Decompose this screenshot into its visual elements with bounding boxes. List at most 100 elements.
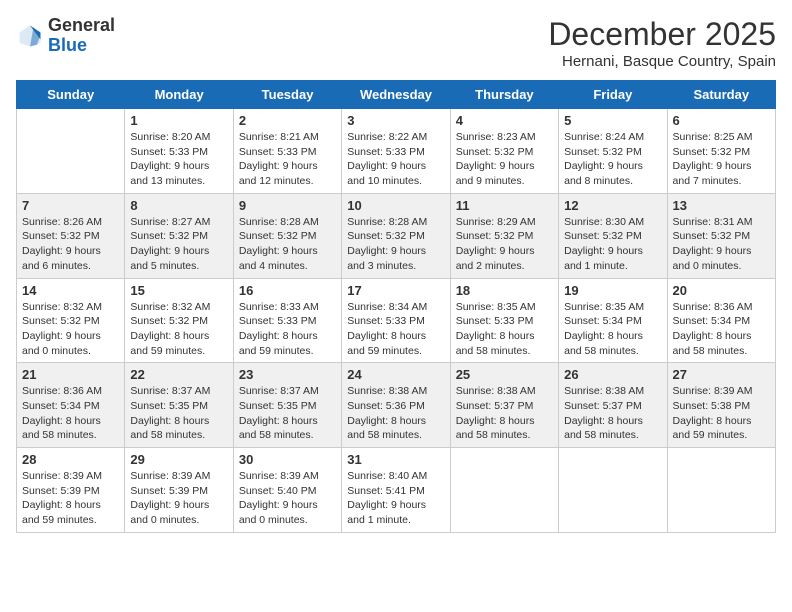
logo-icon: [16, 22, 44, 50]
calendar-cell: 12 Sunrise: 8:30 AM Sunset: 5:32 PM Dayli…: [559, 193, 667, 278]
day-info: Sunrise: 8:37 AM Sunset: 5:35 PM Dayligh…: [130, 384, 227, 443]
calendar-cell: 23 Sunrise: 8:37 AM Sunset: 5:35 PM Dayli…: [233, 363, 341, 448]
day-number: 1: [130, 113, 227, 128]
day-info: Sunrise: 8:36 AM Sunset: 5:34 PM Dayligh…: [673, 300, 770, 359]
calendar-cell: 15 Sunrise: 8:32 AM Sunset: 5:32 PM Dayli…: [125, 278, 233, 363]
calendar-cell: 2Sunrise: 8:21 AM Sunset: 5:33 PM Daylig…: [233, 109, 341, 194]
day-header-thursday: Thursday: [450, 81, 558, 109]
day-info: Sunrise: 8:30 AM Sunset: 5:32 PM Dayligh…: [564, 215, 661, 274]
day-number: 13: [673, 198, 770, 213]
day-number: 8: [130, 198, 227, 213]
day-number: 2: [239, 113, 336, 128]
day-header-saturday: Saturday: [667, 81, 775, 109]
day-number: 27: [673, 367, 770, 382]
day-info: Sunrise: 8:33 AM Sunset: 5:33 PM Dayligh…: [239, 300, 336, 359]
logo-text: General Blue: [48, 16, 115, 56]
day-number: 17: [347, 283, 444, 298]
calendar-cell: 8 Sunrise: 8:27 AM Sunset: 5:32 PM Daylig…: [125, 193, 233, 278]
day-info: Sunrise: 8:34 AM Sunset: 5:33 PM Dayligh…: [347, 300, 444, 359]
calendar-cell: 11 Sunrise: 8:29 AM Sunset: 5:32 PM Dayli…: [450, 193, 558, 278]
day-number: 22: [130, 367, 227, 382]
calendar-cell: [559, 448, 667, 533]
day-number: 12: [564, 198, 661, 213]
day-info: Sunrise: 8:32 AM Sunset: 5:32 PM Dayligh…: [22, 300, 119, 359]
calendar-cell: 3 Sunrise: 8:22 AM Sunset: 5:33 PM Daylig…: [342, 109, 450, 194]
calendar-cell: 27 Sunrise: 8:39 AM Sunset: 5:38 PM Dayli…: [667, 363, 775, 448]
calendar-cell: 1Sunrise: 8:20 AM Sunset: 5:33 PM Daylig…: [125, 109, 233, 194]
calendar-cell: [450, 448, 558, 533]
day-header-tuesday: Tuesday: [233, 81, 341, 109]
day-info: Sunrise: 8:32 AM Sunset: 5:32 PM Dayligh…: [130, 300, 227, 359]
day-number: 28: [22, 452, 119, 467]
day-number: 15: [130, 283, 227, 298]
calendar-cell: 13 Sunrise: 8:31 AM Sunset: 5:32 PM Dayli…: [667, 193, 775, 278]
calendar-week-row: 7 Sunrise: 8:26 AM Sunset: 5:32 PM Daylig…: [17, 193, 776, 278]
day-info: Sunrise: 8:38 AM Sunset: 5:36 PM Dayligh…: [347, 384, 444, 443]
day-number: 11: [456, 198, 553, 213]
day-number: 14: [22, 283, 119, 298]
day-number: 10: [347, 198, 444, 213]
calendar-cell: 30 Sunrise: 8:39 AM Sunset: 5:40 PM Dayli…: [233, 448, 341, 533]
day-number: 5: [564, 113, 661, 128]
day-info: Sunrise: 8:26 AM Sunset: 5:32 PM Dayligh…: [22, 215, 119, 274]
location-subtitle: Hernani, Basque Country, Spain: [548, 53, 776, 70]
day-info: Sunrise: 8:40 AM Sunset: 5:41 PM Dayligh…: [347, 469, 444, 528]
day-info: Sunrise: 8:28 AM Sunset: 5:32 PM Dayligh…: [347, 215, 444, 274]
day-info: Sunrise: 8:36 AM Sunset: 5:34 PM Dayligh…: [22, 384, 119, 443]
day-header-wednesday: Wednesday: [342, 81, 450, 109]
calendar-cell: 24 Sunrise: 8:38 AM Sunset: 5:36 PM Dayli…: [342, 363, 450, 448]
title-area: December 2025 Hernani, Basque Country, S…: [548, 16, 776, 70]
day-number: 29: [130, 452, 227, 467]
day-info: Sunrise: 8:28 AM Sunset: 5:32 PM Dayligh…: [239, 215, 336, 274]
calendar-cell: 29 Sunrise: 8:39 AM Sunset: 5:39 PM Dayli…: [125, 448, 233, 533]
calendar-cell: 7 Sunrise: 8:26 AM Sunset: 5:32 PM Daylig…: [17, 193, 125, 278]
day-info: Sunrise: 8:37 AM Sunset: 5:35 PM Dayligh…: [239, 384, 336, 443]
day-number: 23: [239, 367, 336, 382]
calendar-cell: 17 Sunrise: 8:34 AM Sunset: 5:33 PM Dayli…: [342, 278, 450, 363]
calendar-cell: 6Sunrise: 8:25 AM Sunset: 5:32 PM Daylig…: [667, 109, 775, 194]
logo: General Blue: [16, 16, 115, 56]
day-number: 6: [673, 113, 770, 128]
calendar-cell: 26Sunrise: 8:38 AM Sunset: 5:37 PM Dayli…: [559, 363, 667, 448]
day-info: Sunrise: 8:29 AM Sunset: 5:32 PM Dayligh…: [456, 215, 553, 274]
calendar-week-row: 1Sunrise: 8:20 AM Sunset: 5:33 PM Daylig…: [17, 109, 776, 194]
day-number: 18: [456, 283, 553, 298]
calendar-cell: 18Sunrise: 8:35 AM Sunset: 5:33 PM Dayli…: [450, 278, 558, 363]
day-info: Sunrise: 8:22 AM Sunset: 5:33 PM Dayligh…: [347, 130, 444, 189]
day-number: 30: [239, 452, 336, 467]
calendar-cell: 10 Sunrise: 8:28 AM Sunset: 5:32 PM Dayli…: [342, 193, 450, 278]
calendar-cell: 28Sunrise: 8:39 AM Sunset: 5:39 PM Dayli…: [17, 448, 125, 533]
calendar-cell: 31 Sunrise: 8:40 AM Sunset: 5:41 PM Dayli…: [342, 448, 450, 533]
calendar-header-row: SundayMondayTuesdayWednesdayThursdayFrid…: [17, 81, 776, 109]
day-info: Sunrise: 8:27 AM Sunset: 5:32 PM Dayligh…: [130, 215, 227, 274]
day-info: Sunrise: 8:39 AM Sunset: 5:39 PM Dayligh…: [130, 469, 227, 528]
day-header-friday: Friday: [559, 81, 667, 109]
day-info: Sunrise: 8:23 AM Sunset: 5:32 PM Dayligh…: [456, 130, 553, 189]
calendar-cell: [667, 448, 775, 533]
calendar-week-row: 28 Sunrise: 8:39 AM Sunset: 5:39 PM Dayli…: [17, 448, 776, 533]
day-info: Sunrise: 8:39 AM Sunset: 5:40 PM Dayligh…: [239, 469, 336, 528]
calendar-cell: 21Sunrise: 8:36 AM Sunset: 5:34 PM Dayli…: [17, 363, 125, 448]
page-header: General Blue December 2025 Hernani, Basq…: [16, 16, 776, 70]
day-number: 7: [22, 198, 119, 213]
month-title: December 2025: [548, 16, 776, 53]
calendar-cell: 20 Sunrise: 8:36 AM Sunset: 5:34 PM Dayli…: [667, 278, 775, 363]
day-number: 31: [347, 452, 444, 467]
calendar-week-row: 21Sunrise: 8:36 AM Sunset: 5:34 PM Dayli…: [17, 363, 776, 448]
calendar-cell: [17, 109, 125, 194]
calendar-cell: 25Sunrise: 8:38 AM Sunset: 5:37 PM Dayli…: [450, 363, 558, 448]
day-number: 24: [347, 367, 444, 382]
day-number: 4: [456, 113, 553, 128]
calendar-cell: 5Sunrise: 8:24 AM Sunset: 5:32 PM Daylig…: [559, 109, 667, 194]
day-info: Sunrise: 8:39 AM Sunset: 5:38 PM Dayligh…: [673, 384, 770, 443]
day-number: 26: [564, 367, 661, 382]
day-number: 3: [347, 113, 444, 128]
day-info: Sunrise: 8:35 AM Sunset: 5:34 PM Dayligh…: [564, 300, 661, 359]
day-number: 20: [673, 283, 770, 298]
calendar-cell: 22 Sunrise: 8:37 AM Sunset: 5:35 PM Dayli…: [125, 363, 233, 448]
day-info: Sunrise: 8:31 AM Sunset: 5:32 PM Dayligh…: [673, 215, 770, 274]
calendar-table: SundayMondayTuesdayWednesdayThursdayFrid…: [16, 80, 776, 533]
day-number: 19: [564, 283, 661, 298]
calendar-cell: 14 Sunrise: 8:32 AM Sunset: 5:32 PM Dayli…: [17, 278, 125, 363]
day-number: 9: [239, 198, 336, 213]
